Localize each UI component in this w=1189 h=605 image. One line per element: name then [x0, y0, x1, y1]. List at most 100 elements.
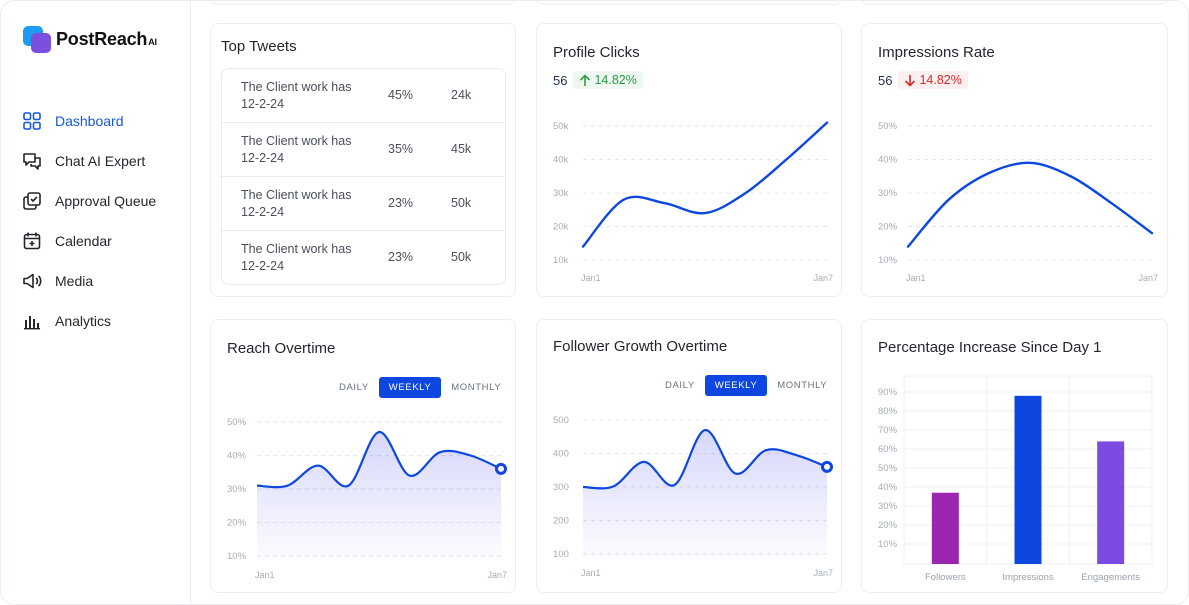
y-tick-label: 300: [553, 482, 569, 493]
bar-engagements: [1097, 441, 1125, 564]
top-tweets-card: Top Tweets The Client work has 12-2-24 4…: [210, 23, 516, 297]
sidebar-item-label: Media: [55, 273, 94, 289]
x-tick-label: Jan7: [1138, 273, 1158, 283]
card-title: Percentage Increase Since Day 1: [878, 339, 1102, 356]
toggle-daily[interactable]: DAILY: [329, 377, 379, 398]
card-title: Top Tweets: [221, 38, 297, 55]
y-tick-label: 50%: [878, 121, 898, 132]
tweet-count: 24k: [451, 88, 472, 102]
y-tick-label: 20k: [553, 222, 569, 233]
y-tick-label: 20%: [227, 518, 247, 529]
sidebar-item-dashboard[interactable]: Dashboard: [21, 101, 156, 141]
x-tick-label: Jan7: [813, 273, 833, 283]
y-tick-label: 60%: [878, 444, 898, 455]
toggle-monthly[interactable]: MONTHLY: [767, 375, 837, 396]
x-tick-label: Jan1: [906, 273, 926, 283]
tweet-count: 45k: [451, 142, 472, 156]
sidebar: PostReachAI Dashboard Chat AI Expert App…: [1, 1, 191, 604]
y-tick-label: 20%: [878, 222, 898, 233]
sidebar-item-approval-queue[interactable]: Approval Queue: [21, 181, 156, 221]
bar-impressions: [1014, 395, 1042, 564]
x-tick-label: Followers: [925, 572, 966, 583]
profile-clicks-card: Profile Clicks 56 14.82% 50k 40k 30k 20k 10k…: [536, 23, 842, 297]
table-row[interactable]: The Client work has 12-2-24 35% 45k: [222, 123, 505, 177]
x-tick-label: Jan1: [255, 570, 275, 580]
series-line: [906, 161, 1154, 248]
tweet-percent: 35%: [388, 142, 414, 156]
x-tick-label: Jan1: [581, 273, 601, 283]
table-row[interactable]: The Client work has 12-2-24 45% 24k: [222, 69, 505, 123]
y-tick-label: 400: [553, 449, 569, 460]
sidebar-item-label: Calendar: [55, 233, 112, 249]
reach-overtime-chart: 50% 40% 30% 20% 10% Jan1 Jan7: [227, 417, 507, 580]
tweet-count: 50k: [451, 250, 472, 264]
y-tick-label: 80%: [878, 406, 898, 417]
change-value: 14.82%: [919, 73, 962, 87]
series-area: [257, 432, 501, 560]
y-tick-label: 10%: [227, 551, 247, 562]
percentage-increase-chart: 90% 80% 70% 60% 50% 40% 30% 20% 10% Followers Impr…: [878, 375, 1153, 583]
follower-growth-chart: 500 400 300 200 100 Jan1 Jan7: [553, 415, 833, 578]
y-tick-label: 50%: [227, 417, 247, 428]
toggle-daily[interactable]: DAILY: [655, 375, 705, 396]
y-tick-label: 30k: [553, 188, 569, 199]
impressions-rate-stat: 56 14.82%: [878, 71, 968, 89]
sidebar-item-label: Chat AI Expert: [55, 153, 146, 169]
cutoff-card: [861, 1, 1168, 5]
sidebar-item-media[interactable]: Media: [21, 261, 156, 301]
tweet-percent: 23%: [388, 250, 414, 264]
y-tick-label: 30%: [878, 501, 898, 512]
follower-growth-card: Follower Growth Overtime DAILY WEEKLY MO…: [536, 319, 842, 593]
y-tick-label: 10%: [878, 539, 898, 550]
toggle-weekly[interactable]: WEEKLY: [378, 377, 442, 398]
y-tick-label: 30%: [227, 484, 247, 495]
profile-clicks-stat: 56 14.82%: [553, 71, 643, 89]
top-tweets-table: The Client work has 12-2-24 45% 24k The …: [221, 68, 506, 285]
x-tick-label: Jan7: [487, 570, 507, 580]
calendar-plus-icon: [21, 230, 43, 252]
logo[interactable]: PostReachAI: [23, 26, 157, 53]
endpoint-marker: [821, 460, 833, 473]
y-tick-label: 50k: [553, 121, 569, 132]
stacked-check-icon: [21, 190, 43, 212]
y-tick-label: 40%: [227, 451, 247, 462]
tweet-text: The Client work has 12-2-24: [241, 80, 352, 111]
toggle-weekly[interactable]: WEEKLY: [704, 375, 768, 396]
sidebar-item-label: Analytics: [55, 313, 112, 329]
change-value: 14.82%: [594, 73, 637, 87]
endpoint-marker: [495, 462, 507, 475]
change-badge: 14.82%: [573, 71, 643, 89]
logo-mark-icon: [23, 26, 52, 53]
stat-value: 56: [553, 72, 568, 88]
bar-followers: [931, 492, 959, 564]
series-line: [581, 121, 829, 248]
sidebar-nav: Dashboard Chat AI Expert Approval Queue: [21, 101, 156, 341]
sidebar-item-analytics[interactable]: Analytics: [21, 301, 156, 341]
cutoff-card: [210, 1, 516, 5]
y-tick-label: 10%: [878, 255, 898, 266]
reach-overtime-card: Reach Overtime DAILY WEEKLY MONTHLY 50% 4…: [210, 319, 516, 593]
y-tick-label: 20%: [878, 520, 898, 531]
tweet-text: The Client work has 12-2-24: [241, 242, 352, 273]
y-tick-label: 50%: [878, 463, 898, 474]
change-badge: 14.82%: [898, 71, 968, 89]
table-row[interactable]: The Client work has 12-2-24 23% 50k: [222, 177, 505, 231]
x-tick-label: Jan7: [813, 568, 833, 578]
stat-value: 56: [878, 72, 893, 88]
y-tick-label: 100: [553, 549, 569, 560]
app-frame: PostReachAI Dashboard Chat AI Expert App…: [0, 0, 1189, 605]
sidebar-item-chat-ai-expert[interactable]: Chat AI Expert: [21, 141, 156, 181]
logo-text: PostReachAI: [56, 29, 157, 49]
y-tick-label: 10k: [553, 255, 569, 266]
table-row[interactable]: The Client work has 12-2-24 23% 50k: [222, 231, 505, 284]
tweet-count: 50k: [451, 196, 472, 210]
tweet-text: The Client work has 12-2-24: [241, 188, 352, 219]
y-tick-label: 40%: [878, 482, 898, 493]
sidebar-item-calendar[interactable]: Calendar: [21, 221, 156, 261]
y-tick-label: 200: [553, 516, 569, 527]
percentage-increase-card: Percentage Increase Since Day 1 90% 80% 70…: [861, 319, 1168, 593]
profile-clicks-chart: 50k 40k 30k 20k 10k Jan1 Jan7: [553, 121, 833, 283]
period-toggle: DAILY WEEKLY MONTHLY: [655, 375, 837, 396]
toggle-monthly[interactable]: MONTHLY: [441, 377, 511, 398]
chat-bubbles-icon: [21, 150, 43, 172]
